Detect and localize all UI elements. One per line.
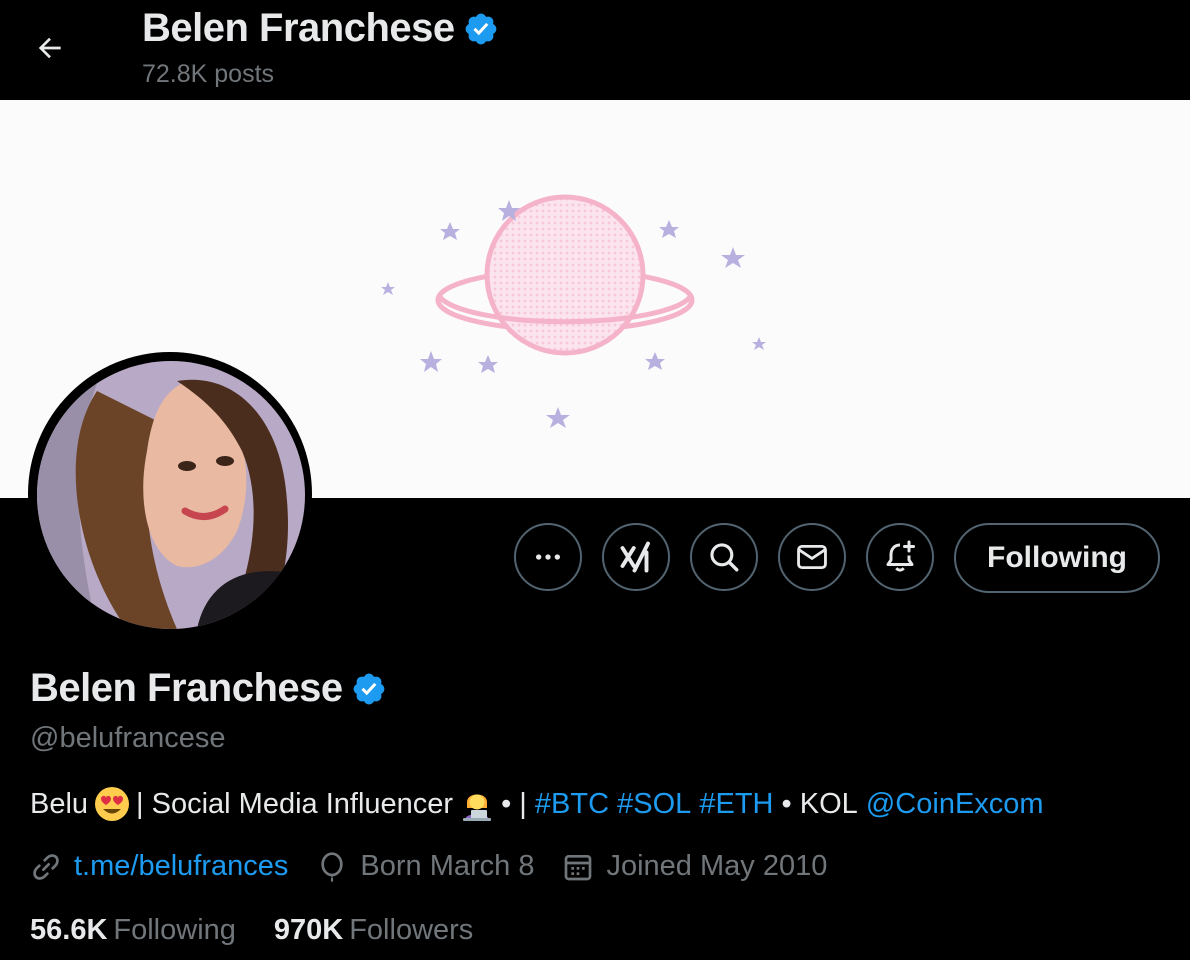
followers-label: Followers bbox=[349, 914, 474, 946]
birthday-item: Born March 8 bbox=[316, 850, 534, 883]
notification-button[interactable] bbox=[866, 523, 934, 591]
verified-badge-icon bbox=[465, 13, 497, 44]
profile-website-link[interactable]: t.me/belufrances bbox=[74, 850, 288, 883]
back-arrow-icon bbox=[38, 37, 61, 59]
search-button[interactable] bbox=[690, 523, 758, 591]
header-title: Belen Franchese bbox=[142, 6, 499, 51]
profile-name: Belen Franchese bbox=[30, 666, 343, 710]
message-button[interactable] bbox=[778, 523, 846, 591]
grok-icon bbox=[620, 541, 650, 573]
birth-date: Born March 8 bbox=[360, 850, 535, 882]
profile-meta: t.me/belufrances Born March 8 Joined May… bbox=[30, 850, 855, 883]
bio-text-2: | Social Media Influencer bbox=[136, 787, 454, 820]
woman-technologist-emoji-icon bbox=[463, 794, 492, 821]
back-button[interactable] bbox=[30, 28, 70, 68]
grok-button[interactable] bbox=[602, 523, 670, 591]
profile-name-row: Belen Franchese bbox=[30, 666, 387, 711]
profile-stats: 56.6K Following 970K Followers bbox=[30, 914, 511, 947]
hashtag-eth-link[interactable]: #ETH bbox=[699, 788, 773, 821]
search-icon bbox=[710, 543, 739, 572]
followers-count: 970K bbox=[273, 914, 344, 946]
profile-link-item: t.me/belufrances bbox=[30, 850, 288, 883]
mention-coinex-link[interactable]: @CoinExcom bbox=[866, 788, 1044, 821]
header-name: Belen Franchese bbox=[142, 6, 455, 50]
post-count: 72.8K posts bbox=[142, 60, 275, 88]
top-bar: Belen Franchese 72.8K posts bbox=[0, 0, 1190, 100]
profile-bio: Belu | Social Media Influencer • | #BTC … bbox=[30, 786, 1044, 822]
bio-text-4: • KOL bbox=[781, 787, 858, 820]
link-icon bbox=[33, 853, 59, 880]
following-label: Following bbox=[113, 914, 236, 946]
hashtag-btc-link[interactable]: #BTC bbox=[535, 788, 609, 821]
heart-eyes-emoji-icon bbox=[95, 787, 130, 821]
balloon-icon bbox=[321, 851, 344, 882]
following-button[interactable]: Following bbox=[954, 523, 1160, 593]
more-icon bbox=[536, 554, 560, 560]
joined-item: Joined May 2010 bbox=[562, 850, 827, 883]
calendar-icon bbox=[565, 854, 592, 880]
profile-actions: Following bbox=[0, 523, 1190, 595]
join-date: Joined May 2010 bbox=[606, 850, 828, 882]
following-count-link[interactable]: 56.6K Following bbox=[30, 914, 236, 947]
message-icon bbox=[797, 544, 827, 570]
bio-text-3: • | bbox=[501, 787, 527, 820]
more-button[interactable] bbox=[514, 523, 582, 591]
verified-badge-icon[interactable] bbox=[351, 671, 387, 707]
profile-handle: @belufrancese bbox=[30, 722, 226, 754]
hashtag-sol-link[interactable]: #SOL bbox=[617, 788, 691, 821]
following-count: 56.6K bbox=[30, 914, 108, 946]
bio-text-1: Belu bbox=[30, 787, 89, 820]
followers-count-link[interactable]: 970K Followers bbox=[274, 914, 473, 947]
notification-bell-icon bbox=[886, 540, 915, 572]
